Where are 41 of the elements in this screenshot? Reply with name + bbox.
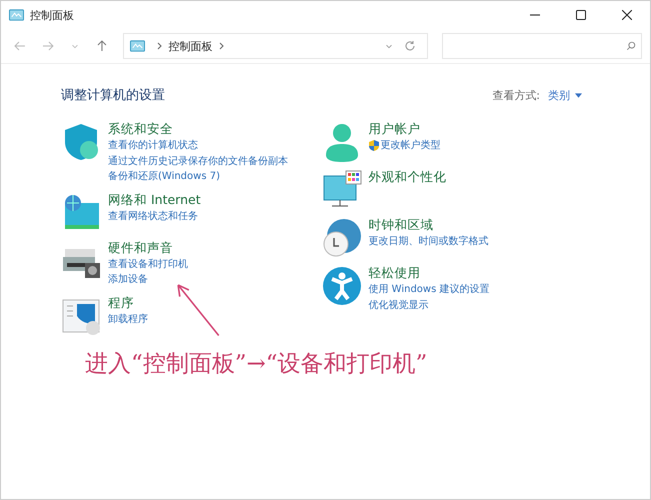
category-title[interactable]: 网络和 Internet [108,190,201,208]
category-title[interactable]: 程序 [108,294,134,312]
category-link[interactable]: 查看设备和打印机 [108,256,188,272]
chevron-right-icon [156,42,163,50]
breadcrumb[interactable]: 控制面板 [168,38,213,54]
globe-clock-icon [322,218,362,258]
category-link[interactable]: 卸载程序 [108,312,148,327]
category-link[interactable]: 添加设备 [108,272,148,288]
category-link[interactable]: 备份和还原(Windows 7) [108,169,220,184]
chevron-right-icon [218,42,225,50]
search-field[interactable] [442,33,642,59]
category-link[interactable]: 查看网络状态和任务 [108,208,198,224]
category-link[interactable]: 使用 Windows 建议的设置 [368,282,490,298]
category-title[interactable]: 轻松使用 [368,264,420,282]
address-bar[interactable]: 控制面板 [122,33,428,59]
annotation-caption: 进入“控制面板”→“设备和打印机” [85,350,428,378]
category-title[interactable]: 时钟和区域 [368,216,434,234]
category-title[interactable]: 硬件和声音 [108,238,173,256]
refresh-icon[interactable] [404,40,416,52]
forward-icon[interactable] [42,40,54,52]
caret-icon [575,92,582,98]
view-by-label: 查看方式: [492,88,540,102]
view-by-dropdown[interactable]: 类别 [548,88,582,102]
close-icon[interactable] [622,10,632,20]
category-link[interactable]: 优化视觉显示 [368,298,428,313]
control-panel-icon [9,9,24,21]
window-title: 控制面板 [30,8,74,22]
maximize-icon[interactable] [576,10,586,20]
category-link[interactable]: 更改帐户类型 [380,138,440,154]
up-icon[interactable] [96,40,108,52]
category-link[interactable]: 通过文件历史记录保存你的文件备份副本 [108,154,288,169]
search-icon [626,41,636,51]
control-panel-icon [130,40,145,52]
accessibility-icon [322,266,362,306]
category-link[interactable]: 更改日期、时间或数字格式 [368,234,488,250]
back-icon[interactable] [14,40,26,52]
page-heading: 调整计算机的设置 [61,87,165,104]
category-title[interactable]: 系统和安全 [108,120,173,138]
category-link[interactable]: 查看你的计算机状态 [108,138,198,154]
category-title[interactable]: 外观和个性化 [368,168,446,186]
category-title[interactable]: 用户帐户 [368,120,420,138]
